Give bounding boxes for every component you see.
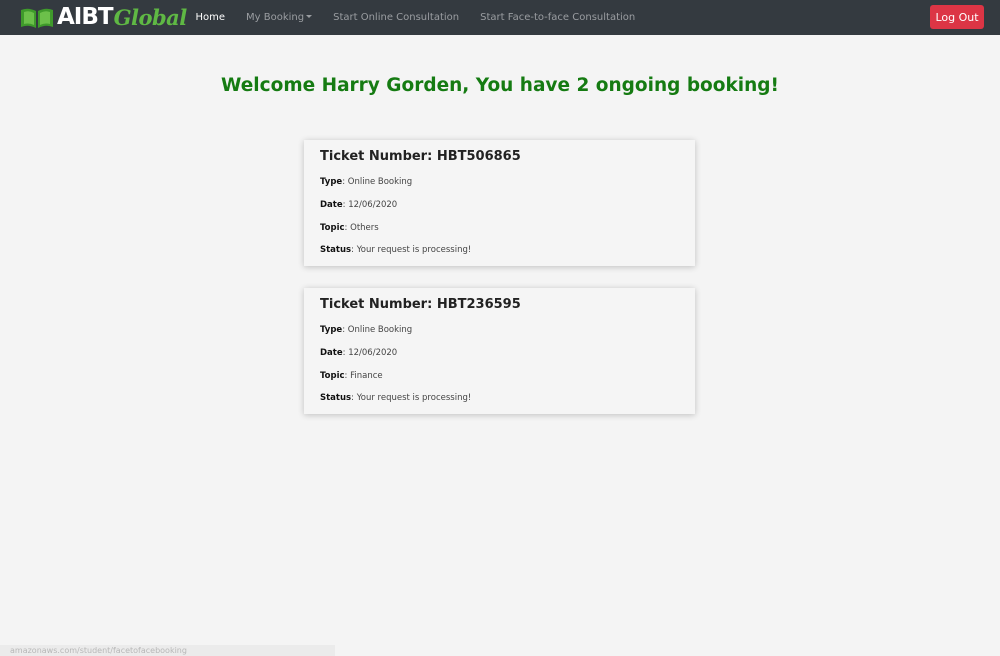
field-value: 12/06/2020 bbox=[348, 200, 398, 210]
nav-link-my-booking-label: My Booking bbox=[246, 12, 305, 23]
field-label: Status bbox=[320, 245, 352, 255]
ticket-status: Status: Your request is processing! bbox=[320, 393, 472, 403]
field-label: Topic bbox=[320, 223, 345, 233]
field-value: Online Booking bbox=[347, 325, 413, 335]
ticket-type: Type: Online Booking bbox=[320, 325, 413, 335]
navbar: AIBT Global Home My Booking Start Online… bbox=[0, 0, 1000, 35]
field-value: Your request is processing! bbox=[356, 393, 472, 403]
field-label: Date bbox=[320, 348, 343, 358]
logout-button[interactable]: Log Out bbox=[930, 5, 984, 29]
nav-link-my-booking[interactable]: My Booking bbox=[236, 12, 323, 23]
welcome-heading: Welcome Harry Gorden, You have 2 ongoing… bbox=[221, 75, 779, 96]
ticket-type: Type: Online Booking bbox=[320, 177, 413, 187]
field-value: Online Booking bbox=[347, 177, 413, 187]
field-label: Status bbox=[320, 393, 352, 403]
ticket-card: Ticket Number: HBT236595 Type: Online Bo… bbox=[304, 288, 695, 414]
nav-link-face-to-face-consultation[interactable]: Start Face-to-face Consultation bbox=[470, 12, 646, 23]
ticket-topic: Topic: Finance bbox=[320, 371, 383, 381]
field-label: Date bbox=[320, 200, 343, 210]
ticket-topic: Topic: Others bbox=[320, 223, 379, 233]
ticket-date: Date: 12/06/2020 bbox=[320, 200, 398, 210]
ticket-card: Ticket Number: HBT506865 Type: Online Bo… bbox=[304, 140, 695, 266]
field-label: Type bbox=[320, 177, 343, 187]
field-value: Your request is processing! bbox=[356, 245, 472, 255]
field-value: Finance bbox=[350, 371, 383, 381]
ticket-title: Ticket Number: HBT506865 bbox=[320, 149, 521, 164]
nav-links: Home My Booking Start Online Consultatio… bbox=[185, 0, 646, 35]
brand-name-global: Global bbox=[113, 5, 188, 30]
ticket-status: Status: Your request is processing! bbox=[320, 245, 472, 255]
field-value: 12/06/2020 bbox=[348, 348, 398, 358]
caret-down-icon bbox=[306, 15, 313, 18]
brand-logo[interactable]: AIBT Global bbox=[20, 4, 187, 31]
nav-link-home[interactable]: Home bbox=[185, 12, 236, 23]
nav-link-online-consultation[interactable]: Start Online Consultation bbox=[323, 12, 470, 23]
browser-status-url: amazonaws.com/student/facetofacebooking bbox=[0, 645, 335, 656]
field-label: Type bbox=[320, 325, 343, 335]
ticket-date: Date: 12/06/2020 bbox=[320, 348, 398, 358]
brand-name-aibt: AIBT bbox=[57, 4, 114, 30]
field-value: Others bbox=[350, 223, 379, 233]
field-label: Topic bbox=[320, 371, 345, 381]
ticket-title: Ticket Number: HBT236595 bbox=[320, 297, 521, 312]
open-book-icon bbox=[21, 8, 53, 28]
